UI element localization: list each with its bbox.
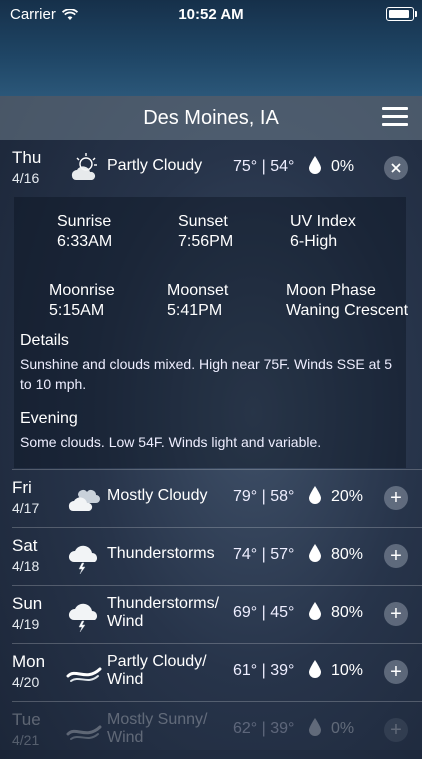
battery-icon	[386, 7, 417, 21]
sunset-block: Sunset 7:56PM	[178, 213, 233, 251]
condition-label: Mostly Sunny/ Wind	[107, 711, 208, 746]
moonset-value: 5:41PM	[167, 302, 223, 319]
temps-label: 74° | 57°	[233, 546, 295, 563]
plus-icon: +	[390, 603, 402, 625]
date-label: 4/19	[12, 616, 40, 632]
temps-label: 79° | 58°	[233, 488, 295, 505]
precip-label: 80%	[331, 604, 364, 621]
status-bar: Carrier 10:52 AM	[0, 0, 422, 30]
raindrop-icon	[309, 718, 321, 736]
condition-label: Thunderstorms/ Wind	[107, 595, 220, 630]
moonphase-value: Waning Crescent	[286, 302, 409, 319]
temps-label: 75° | 54°	[233, 158, 295, 175]
location-header: Des Moines, IA	[0, 96, 422, 140]
raindrop-icon	[309, 602, 321, 620]
temps-label: 61° | 39°	[233, 662, 295, 679]
carrier-label: Carrier	[10, 6, 56, 23]
forecast-row-mon[interactable]: Mon 4/20 Partly Cloudy/ Wind 61° | 39° 1…	[0, 644, 422, 701]
sunrise-label: Sunrise	[57, 213, 112, 230]
moonset-block: Moonset 5:41PM	[167, 282, 228, 320]
condition-label: Partly Cloudy/ Wind	[107, 653, 207, 688]
moonphase-label: Moon Phase	[286, 282, 376, 299]
condition-label: Thunderstorms	[107, 545, 215, 562]
temps-label: 62° | 39°	[233, 720, 295, 737]
moonrise-block: Moonrise 5:15AM	[49, 282, 115, 320]
close-icon	[391, 163, 401, 173]
precip-label: 80%	[331, 546, 364, 563]
raindrop-icon	[309, 156, 321, 174]
moonrise-label: Moonrise	[49, 282, 115, 299]
evening-title: Evening	[20, 410, 78, 427]
location-title: Des Moines, IA	[143, 106, 279, 129]
day-label: Sun	[12, 594, 43, 613]
plus-icon: +	[390, 719, 402, 741]
thunderstorm-icon	[68, 603, 97, 632]
menu-icon[interactable]	[382, 107, 408, 129]
precip-label: 10%	[331, 662, 364, 679]
sunset-label: Sunset	[178, 213, 228, 230]
forecast-row-sat[interactable]: Sat 4/18 Thunderstorms 74° | 57° 80% +	[0, 528, 422, 585]
wifi-icon	[61, 8, 78, 20]
date-label: 4/18	[12, 558, 40, 574]
sunrise-block: Sunrise 6:33AM	[57, 213, 112, 251]
moonrise-value: 5:15AM	[49, 302, 105, 319]
forecast-row-tue[interactable]: Tue 4/21 Mostly Sunny/ Wind 62° | 39° 0%…	[0, 702, 422, 759]
forecast-row-thu[interactable]: Thu 4/16 Partly Cloudy 75° | 54° 0%	[0, 140, 422, 197]
raindrop-icon	[309, 486, 321, 504]
details-text: Sunshine and clouds mixed. High near 75F…	[20, 356, 392, 392]
moonset-label: Moonset	[167, 282, 229, 299]
plus-icon: +	[390, 545, 402, 567]
evening-text: Some clouds. Low 54F. Winds light and va…	[20, 434, 322, 450]
thunderstorm-icon	[68, 545, 97, 574]
mostly-cloudy-icon	[68, 490, 100, 511]
day-label: Tue	[12, 710, 41, 729]
precip-label: 0%	[331, 158, 355, 175]
expand-button[interactable]: +	[384, 544, 408, 568]
temps-label: 69° | 45°	[233, 604, 295, 621]
partly-cloudy-sun-icon	[71, 153, 97, 180]
date-label: 4/16	[12, 170, 40, 186]
uv-label: UV Index	[290, 213, 356, 230]
expand-button[interactable]: +	[384, 486, 408, 510]
details-title: Details	[20, 332, 69, 349]
status-left: Carrier	[10, 6, 78, 23]
condition-label: Mostly Cloudy	[107, 487, 208, 504]
wind-icon	[66, 667, 102, 682]
forecast-row-fri[interactable]: Fri 4/17 Mostly Cloudy 79° | 58° 20% +	[0, 470, 422, 527]
raindrop-icon	[309, 660, 321, 678]
date-label: 4/17	[12, 500, 40, 516]
plus-icon: +	[390, 661, 402, 683]
expand-button[interactable]: +	[384, 718, 408, 742]
wind-icon	[66, 725, 102, 740]
forecast-row-sun[interactable]: Sun 4/19 Thunderstorms/ Wind 69° | 45° 8…	[0, 586, 422, 643]
date-label: 4/21	[12, 732, 40, 748]
day-label: Fri	[12, 478, 32, 497]
plus-icon: +	[390, 487, 402, 509]
condition-label: Partly Cloudy	[107, 157, 203, 174]
raindrop-icon	[309, 544, 321, 562]
precip-label: 0%	[331, 720, 355, 737]
uv-block: UV Index 6-High	[290, 213, 356, 251]
day-label: Mon	[12, 652, 46, 671]
day-label: Thu	[12, 148, 42, 167]
collapse-button[interactable]	[384, 156, 408, 180]
precip-label: 20%	[331, 488, 364, 505]
sunrise-value: 6:33AM	[57, 233, 113, 250]
date-label: 4/20	[12, 674, 40, 690]
moonphase-block: Moon Phase Waning Crescent	[286, 282, 408, 320]
expand-button[interactable]: +	[384, 660, 408, 684]
expand-button[interactable]: +	[384, 602, 408, 626]
uv-value: 6-High	[290, 233, 338, 250]
sunset-value: 7:56PM	[178, 233, 234, 250]
day-label: Sat	[12, 536, 38, 555]
